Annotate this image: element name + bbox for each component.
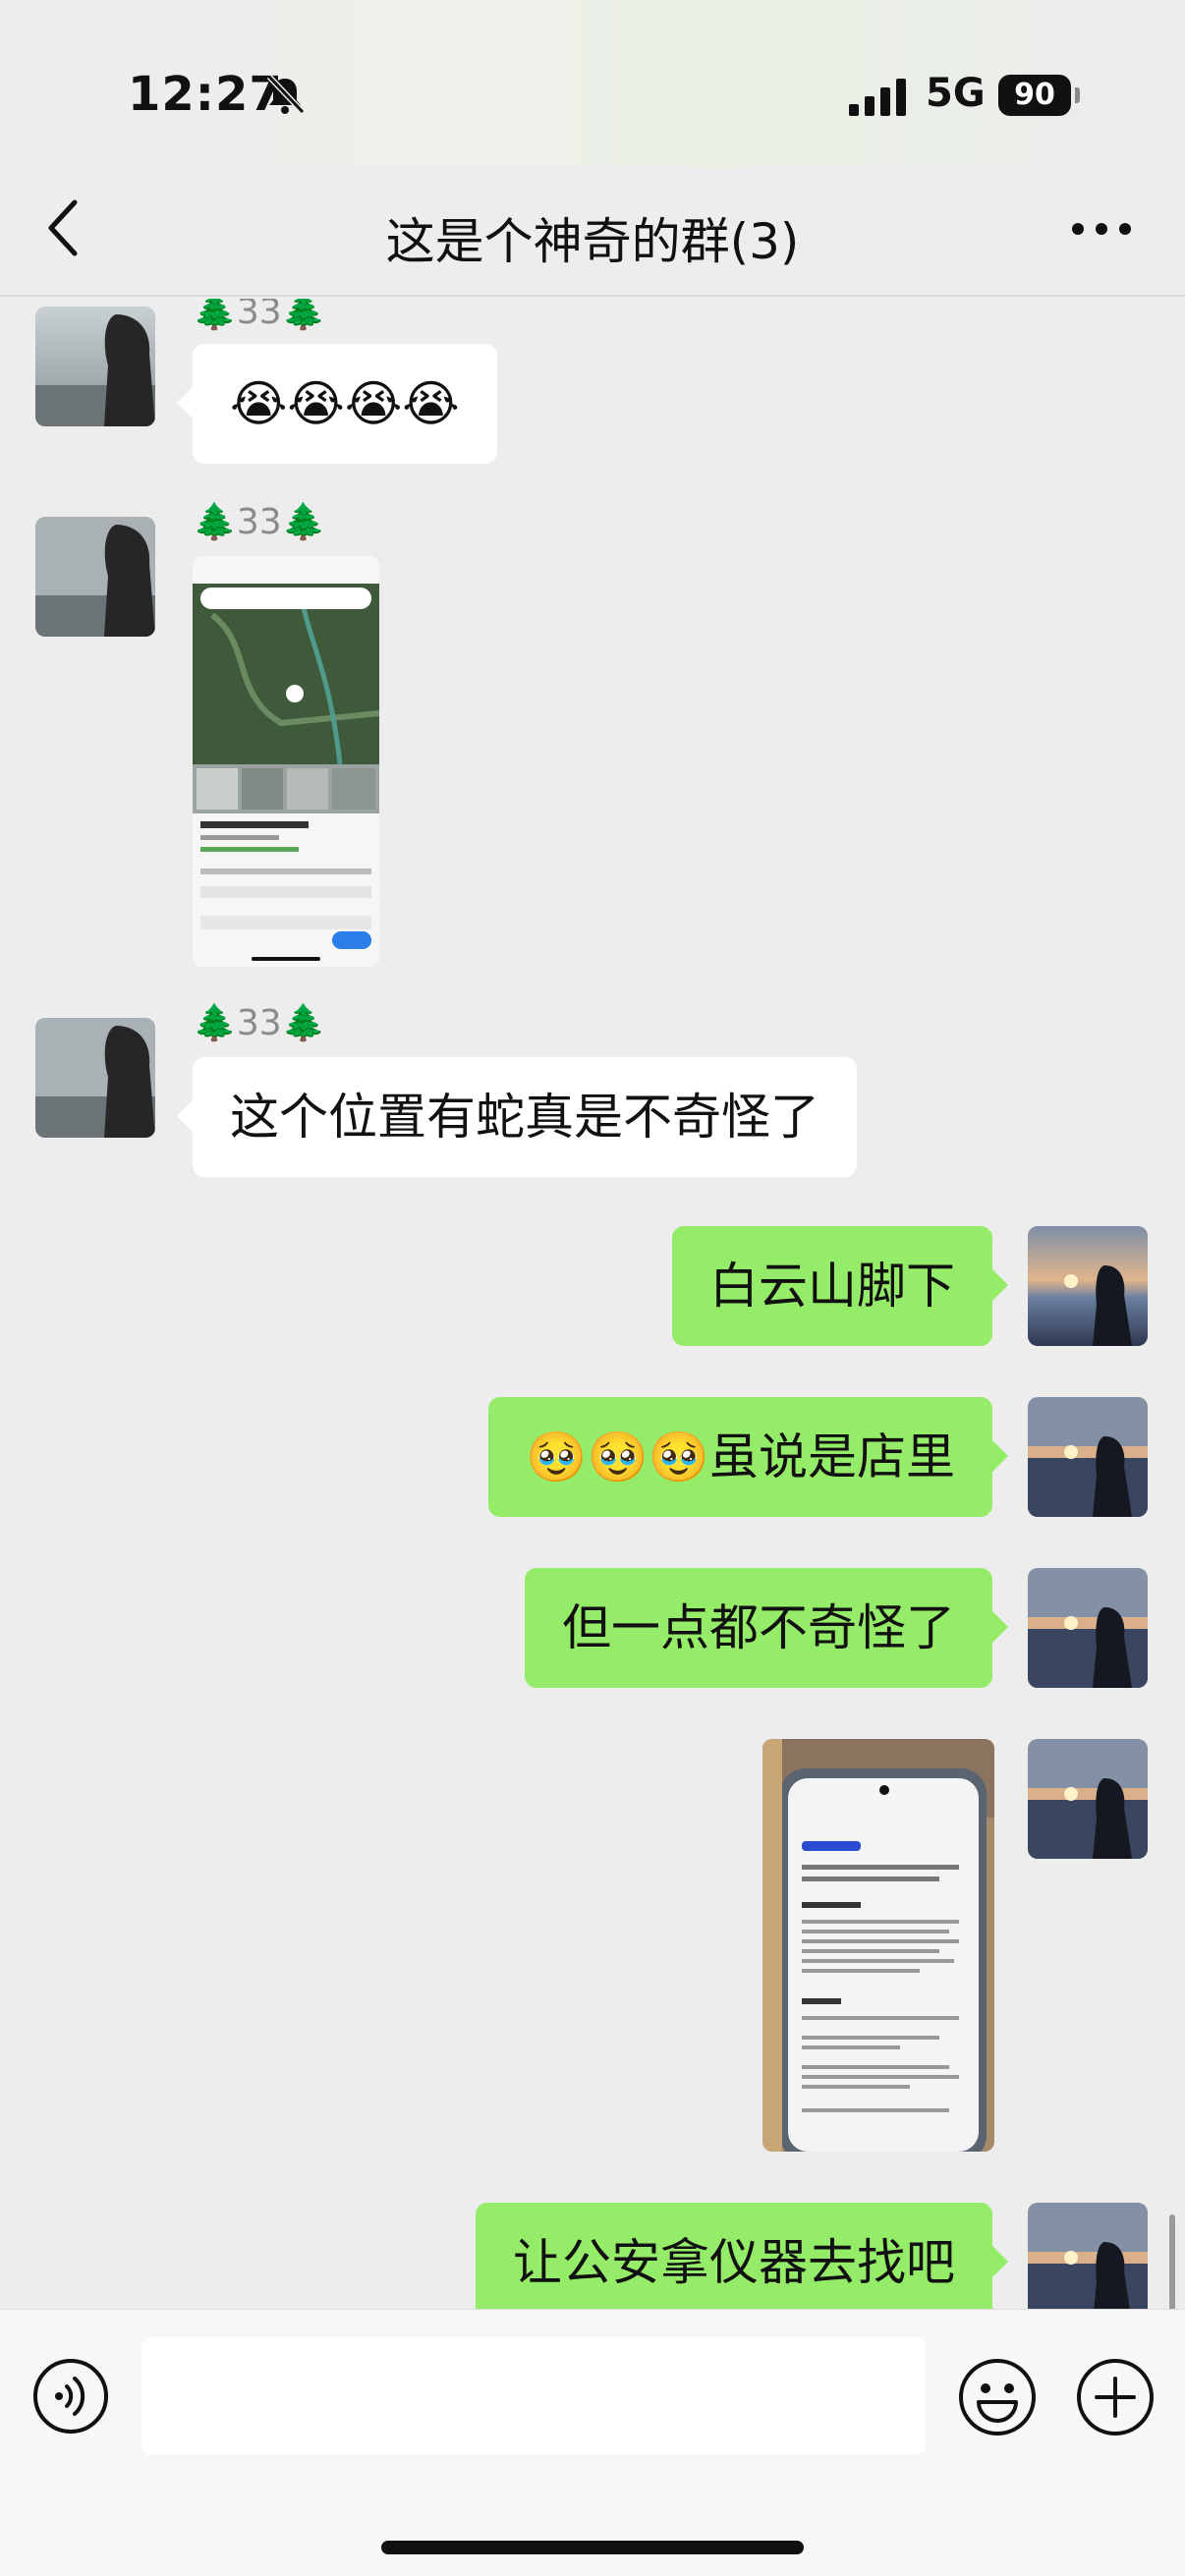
battery-icon: 90 bbox=[998, 75, 1081, 116]
message-bubble[interactable]: 白云山脚下 bbox=[672, 1226, 1008, 1346]
my-avatar[interactable] bbox=[1028, 1397, 1148, 1517]
network-type: 5G bbox=[926, 71, 986, 116]
message-bubble[interactable]: 让公安拿仪器去找吧 bbox=[476, 2203, 1008, 2309]
message-input[interactable] bbox=[141, 2337, 926, 2455]
input-bar bbox=[0, 2309, 1185, 2576]
sender-name: 🌲33🌲 bbox=[193, 1003, 326, 1043]
message-list[interactable]: 🌲33🌲 😭😭😭😭 🌲33🌲 🌲33🌲 这个位置有蛇真是不奇怪了 白云山脚下 🥹… bbox=[0, 299, 1185, 2309]
signal-icon bbox=[849, 79, 906, 116]
message-bubble[interactable]: 这个位置有蛇真是不奇怪了 bbox=[177, 1057, 857, 1177]
message-bubble[interactable]: 😭😭😭😭 bbox=[177, 344, 497, 464]
chat-title: 这是个神奇的群(3) bbox=[385, 213, 800, 270]
sender-name: 🌲33🌲 bbox=[193, 299, 326, 332]
battery-level: 90 bbox=[998, 75, 1071, 116]
my-avatar[interactable] bbox=[1028, 1226, 1148, 1346]
scrollbar[interactable] bbox=[1169, 2214, 1175, 2309]
bell-slash-icon bbox=[266, 74, 306, 115]
more-icon[interactable] bbox=[1069, 214, 1134, 244]
status-bar: 12:27 5G 90 bbox=[0, 0, 1185, 167]
my-avatar[interactable] bbox=[1028, 1568, 1148, 1688]
sender-avatar[interactable] bbox=[35, 517, 155, 637]
message-bubble[interactable]: 🥹🥹🥹虽说是店里 bbox=[488, 1397, 1008, 1517]
nav-bar: 这是个神奇的群(3) bbox=[0, 167, 1185, 297]
emoji-icon[interactable] bbox=[957, 2357, 1038, 2437]
my-avatar[interactable] bbox=[1028, 2203, 1148, 2309]
sender-avatar[interactable] bbox=[35, 1018, 155, 1138]
map-screenshot-image[interactable] bbox=[193, 556, 379, 967]
voice-icon[interactable] bbox=[31, 2357, 110, 2436]
sender-avatar[interactable] bbox=[35, 307, 155, 426]
phone-photo-image[interactable] bbox=[762, 1739, 994, 2152]
home-indicator[interactable] bbox=[381, 2541, 804, 2554]
battery-tip bbox=[1075, 87, 1080, 103]
plus-icon[interactable] bbox=[1075, 2357, 1156, 2437]
sender-name: 🌲33🌲 bbox=[193, 502, 326, 542]
message-bubble[interactable]: 但一点都不奇怪了 bbox=[525, 1568, 1008, 1688]
my-avatar[interactable] bbox=[1028, 1739, 1148, 1859]
status-time: 12:27 bbox=[128, 67, 283, 122]
